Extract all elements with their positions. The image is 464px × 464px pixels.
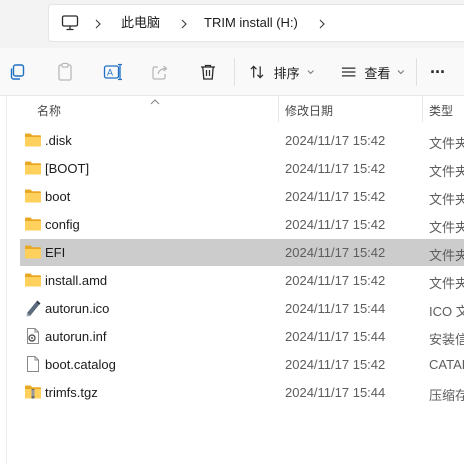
folder-icon (24, 159, 42, 177)
share-button[interactable] (148, 60, 172, 84)
file-name: boot (45, 189, 71, 204)
list-item[interactable]: trimfs.tgz 2024/11/17 15:44 压缩存 (20, 379, 464, 406)
file-date: 2024/11/17 15:44 (285, 385, 386, 400)
file-icon (24, 355, 42, 373)
column-divider[interactable] (422, 96, 423, 122)
navigation-pane-edge (0, 96, 7, 464)
file-name: install.amd (45, 273, 108, 288)
list-item[interactable]: [BOOT] 2024/11/17 15:42 文件夹 (20, 155, 464, 182)
file-date: 2024/11/17 15:42 (285, 161, 386, 176)
chevron-right-icon (93, 17, 103, 29)
sort-button[interactable]: 排序 (249, 60, 315, 84)
copy-button[interactable] (5, 60, 29, 84)
sort-icon (250, 65, 264, 79)
file-type: 文件夹 (429, 192, 464, 207)
file-type: ICO 文 (429, 304, 464, 319)
chevron-right-icon (317, 17, 327, 29)
column-header-name[interactable]: 名称 (37, 102, 61, 119)
column-header-type[interactable]: 类型 (429, 102, 453, 119)
rename-button[interactable]: A (101, 60, 125, 84)
chevron-down-icon (397, 70, 405, 75)
folder-icon (24, 271, 42, 289)
chevron-down-icon (307, 70, 314, 75)
file-name: autorun.inf (45, 329, 107, 344)
view-label: 查看 (364, 65, 391, 81)
list-item[interactable]: config 2024/11/17 15:42 文件夹 (20, 211, 464, 238)
toolbar-divider (234, 58, 235, 86)
file-date: 2024/11/17 15:42 (285, 217, 386, 232)
trash-icon (201, 64, 215, 80)
file-date: 2024/11/17 15:42 (285, 133, 386, 148)
file-date: 2024/11/17 15:42 (285, 245, 386, 260)
copy-icon (10, 64, 25, 80)
file-type: 文件夹 (429, 276, 464, 291)
address-box[interactable]: 此电脑 TRIM install (H:) (48, 4, 464, 42)
paste-button[interactable] (53, 60, 77, 84)
file-name: autorun.ico (45, 301, 110, 316)
column-header-date[interactable]: 修改日期 (285, 102, 333, 119)
folder-icon (24, 131, 42, 149)
file-type: 文件夹 (429, 136, 464, 151)
ico-file-icon (24, 299, 42, 317)
file-type: 安装信 (429, 332, 464, 347)
address-bar: 此电脑 TRIM install (H:) (0, 0, 464, 48)
file-type: 文件夹 (429, 248, 464, 263)
file-date: 2024/11/17 15:44 (285, 301, 386, 316)
chevron-right-icon (179, 17, 189, 29)
list-item[interactable]: .disk 2024/11/17 15:42 文件夹 (20, 127, 464, 154)
share-icon (152, 65, 168, 80)
view-button[interactable]: 查看 (340, 60, 406, 84)
file-name: EFI (45, 245, 66, 260)
more-options-button[interactable]: ··· (430, 62, 446, 83)
clipboard-icon (58, 62, 72, 81)
list-item[interactable]: autorun.inf 2024/11/17 15:44 安装信 (20, 323, 464, 350)
file-type: 压缩存 (429, 388, 464, 403)
sort-label: 排序 (273, 65, 300, 81)
file-date: 2024/11/17 15:44 (285, 329, 386, 344)
folder-icon (24, 243, 42, 261)
toolbar-divider (416, 58, 417, 86)
file-name: config (45, 217, 80, 232)
file-date: 2024/11/17 15:42 (285, 273, 386, 288)
this-pc-icon[interactable] (61, 14, 79, 32)
sort-ascending-icon (149, 93, 161, 111)
breadcrumb-this-pc[interactable]: 此电脑 (121, 15, 160, 31)
breadcrumb-drive[interactable]: TRIM install (H:) (204, 15, 298, 31)
file-date: 2024/11/17 15:42 (285, 189, 386, 204)
folder-icon (24, 215, 42, 233)
file-type: CATAL (429, 357, 464, 372)
list-item[interactable]: boot 2024/11/17 15:42 文件夹 (20, 183, 464, 210)
list-item-selected[interactable]: EFI 2024/11/17 15:42 文件夹 (20, 239, 464, 266)
file-name: [BOOT] (45, 161, 90, 176)
file-name: trimfs.tgz (45, 385, 98, 400)
folder-icon (24, 187, 42, 205)
file-date: 2024/11/17 15:42 (285, 357, 386, 372)
list-item[interactable]: boot.catalog 2024/11/17 15:42 CATAL (20, 351, 464, 378)
file-type: 文件夹 (429, 220, 464, 235)
delete-button[interactable] (196, 60, 220, 84)
list-item[interactable]: install.amd 2024/11/17 15:42 文件夹 (20, 267, 464, 294)
view-list-icon (341, 67, 356, 77)
column-header: 名称 修改日期 类型 (0, 96, 464, 122)
command-bar: A 排序 查看 ··· (0, 48, 464, 96)
column-divider[interactable] (278, 96, 279, 122)
list-item[interactable]: autorun.ico 2024/11/17 15:44 ICO 文 (20, 295, 464, 322)
file-name: .disk (45, 133, 72, 148)
file-type: 文件夹 (429, 164, 464, 179)
inf-file-icon (24, 327, 42, 345)
rename-icon: A (103, 63, 122, 81)
file-name: boot.catalog (45, 357, 116, 372)
svg-text:A: A (107, 68, 113, 78)
archive-icon (24, 383, 42, 401)
